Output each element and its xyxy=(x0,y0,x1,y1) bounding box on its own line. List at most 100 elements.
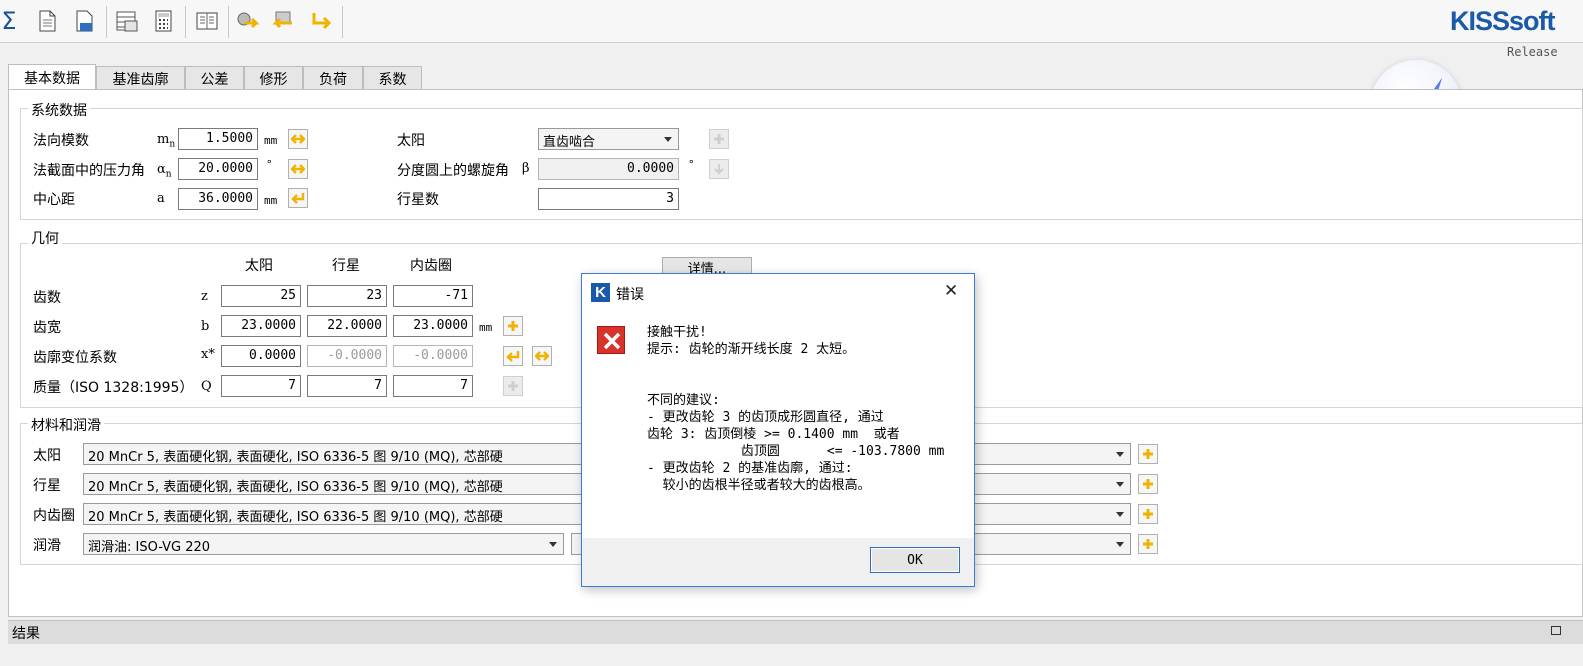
module-convert-button[interactable] xyxy=(288,129,308,149)
gear-arrow-icon xyxy=(237,12,260,29)
column-header-planet: 行星 xyxy=(332,258,360,274)
book-icon xyxy=(196,12,218,30)
profile-shift-label: 齿廓变位系数 xyxy=(33,350,117,366)
tab-factors[interactable]: 系数 xyxy=(363,66,422,90)
normal-module-input[interactable]: 1.5000 xyxy=(178,128,258,150)
profile-shift-symbol: x* xyxy=(201,347,215,362)
gear-arrow-alt-button[interactable] xyxy=(268,6,298,36)
ring-material-value: 20 MnCr 5, 表面硬化钢, 表面硬化, ISO 6336-5 图 9/1… xyxy=(88,510,503,525)
column-header-sun: 太阳 xyxy=(245,258,273,274)
face-width-sun-input[interactable]: 23.0000 xyxy=(221,315,301,337)
teeth-ring-input[interactable]: -71 xyxy=(393,285,473,307)
profile-shift-planet-input[interactable]: -0.0000 xyxy=(307,345,387,367)
teeth-sun-input[interactable]: 25 xyxy=(221,285,301,307)
dialog-message: 接触干扰! 提示: 齿轮的渐开线长度 2 太短。 不同的建议: - 更改齿轮 3… xyxy=(647,325,945,493)
book-button[interactable] xyxy=(192,6,222,36)
profile-shift-sun-input[interactable]: 0.0000 xyxy=(221,345,301,367)
tab-bar: 基本数据 基准齿廓 公差 修形 负荷 系数 xyxy=(0,64,1583,90)
calculator-button[interactable] xyxy=(148,6,178,36)
sum-button[interactable]: Σ xyxy=(0,6,24,36)
teeth-symbol: z xyxy=(201,289,208,304)
center-distance-symbol: a xyxy=(157,191,165,206)
gear-type-plus-button[interactable] xyxy=(709,129,729,149)
tab-modifications[interactable]: 修形 xyxy=(244,66,303,90)
gear-type-value: 直齿啮合 xyxy=(543,135,596,150)
sun-type-label: 太阳 xyxy=(397,133,425,149)
tab-load[interactable]: 负荷 xyxy=(303,66,363,90)
plus-icon xyxy=(1143,539,1153,549)
close-icon[interactable]: ✕ xyxy=(944,281,958,301)
ring-material-plus-button[interactable] xyxy=(1138,504,1158,524)
plus-icon xyxy=(508,381,518,391)
quality-ring-input[interactable]: 7 xyxy=(393,375,473,397)
quality-symbol: Q xyxy=(201,379,212,394)
quality-planet-input[interactable]: 7 xyxy=(307,375,387,397)
pressure-angle-input[interactable]: 20.0000 xyxy=(178,158,258,180)
profile-shift-convert-button[interactable] xyxy=(532,346,552,366)
chevron-down-icon xyxy=(664,137,672,142)
planet-material-value: 20 MnCr 5, 表面硬化钢, 表面硬化, ISO 6336-5 图 9/1… xyxy=(88,480,503,495)
planet-material-plus-button[interactable] xyxy=(1138,474,1158,494)
double-arrow-icon xyxy=(291,134,305,144)
face-width-ring-input[interactable]: 23.0000 xyxy=(393,315,473,337)
pressure-angle-label: 法截面中的压力角 xyxy=(33,163,145,179)
face-width-symbol: b xyxy=(201,319,210,334)
sun-material-plus-button[interactable] xyxy=(1138,444,1158,464)
tab-tolerances[interactable]: 公差 xyxy=(185,66,244,90)
toolbar: Σ xyxy=(0,0,1583,43)
return-arrow-icon xyxy=(291,193,305,204)
center-distance-label: 中心距 xyxy=(33,192,75,208)
face-width-plus-button[interactable] xyxy=(503,316,523,336)
database-button[interactable] xyxy=(112,6,142,36)
gear-arrow-button[interactable] xyxy=(232,6,262,36)
error-dialog: K 错误 ✕ 接触干扰! 提示: 齿轮的渐开线长度 2 太短。 不同的建议: -… xyxy=(581,273,975,587)
quality-label: 质量（ISO 1328:1995） xyxy=(33,380,194,396)
plus-icon xyxy=(1143,509,1153,519)
center-distance-input[interactable]: 36.0000 xyxy=(178,188,258,210)
open-file-icon xyxy=(76,10,93,32)
restore-window-icon[interactable] xyxy=(1551,626,1561,635)
face-width-planet-input[interactable]: 22.0000 xyxy=(307,315,387,337)
undo-arrow-icon xyxy=(312,13,332,30)
helix-angle-button[interactable] xyxy=(709,159,729,179)
pressure-angle-convert-button[interactable] xyxy=(288,159,308,179)
planet-count-label: 行星数 xyxy=(397,192,439,208)
planet-count-input[interactable]: 3 xyxy=(538,188,679,210)
plus-icon xyxy=(1143,449,1153,459)
gear-type-dropdown[interactable]: 直齿啮合 xyxy=(538,128,679,150)
lubricant-dropdown[interactable]: 润滑油: ISO-VG 220 xyxy=(83,533,564,555)
normal-module-symbol: mn xyxy=(157,132,176,150)
chevron-down-icon xyxy=(549,542,557,547)
new-document-button[interactable] xyxy=(32,6,62,36)
dialog-title-bar: K 错误 ✕ xyxy=(582,274,974,310)
dialog-body: 接触干扰! 提示: 齿轮的渐开线长度 2 太短。 不同的建议: - 更改齿轮 3… xyxy=(582,310,974,538)
open-file-button[interactable] xyxy=(70,6,100,36)
tab-reference-profile[interactable]: 基准齿廓 xyxy=(96,66,185,90)
plus-icon xyxy=(714,134,724,144)
column-header-ring: 内齿圈 xyxy=(410,258,452,274)
results-bar[interactable]: 结果 xyxy=(8,620,1583,644)
plus-icon xyxy=(508,321,518,331)
ring-material-label: 内齿圈 xyxy=(33,508,75,524)
app-k-icon: K xyxy=(591,283,610,302)
center-distance-unit: mm xyxy=(264,194,278,207)
lubrication-plus-button[interactable] xyxy=(1138,534,1158,554)
quality-sun-input[interactable]: 7 xyxy=(221,375,301,397)
calculator-icon xyxy=(155,10,172,32)
helix-angle-input[interactable]: 0.0000 xyxy=(538,158,679,180)
face-width-unit: mm xyxy=(479,321,493,334)
down-arrow-icon xyxy=(714,164,724,175)
profile-shift-ring-input[interactable]: -0.0000 xyxy=(393,345,473,367)
tab-basic-data[interactable]: 基本数据 xyxy=(8,64,96,90)
sum-icon: Σ xyxy=(1,7,17,35)
ok-button[interactable]: OK xyxy=(870,547,960,573)
profile-shift-apply-button[interactable] xyxy=(503,346,523,366)
pressure-angle-unit: ° xyxy=(266,158,273,171)
lubrication-label: 润滑 xyxy=(33,538,61,554)
pressure-angle-symbol: αn xyxy=(157,162,172,180)
teeth-planet-input[interactable]: 23 xyxy=(307,285,387,307)
quality-plus-button[interactable] xyxy=(503,376,523,396)
center-distance-apply-button[interactable] xyxy=(288,188,308,208)
undo-arrow-button[interactable] xyxy=(306,6,336,36)
planet-material-label: 行星 xyxy=(33,478,61,494)
